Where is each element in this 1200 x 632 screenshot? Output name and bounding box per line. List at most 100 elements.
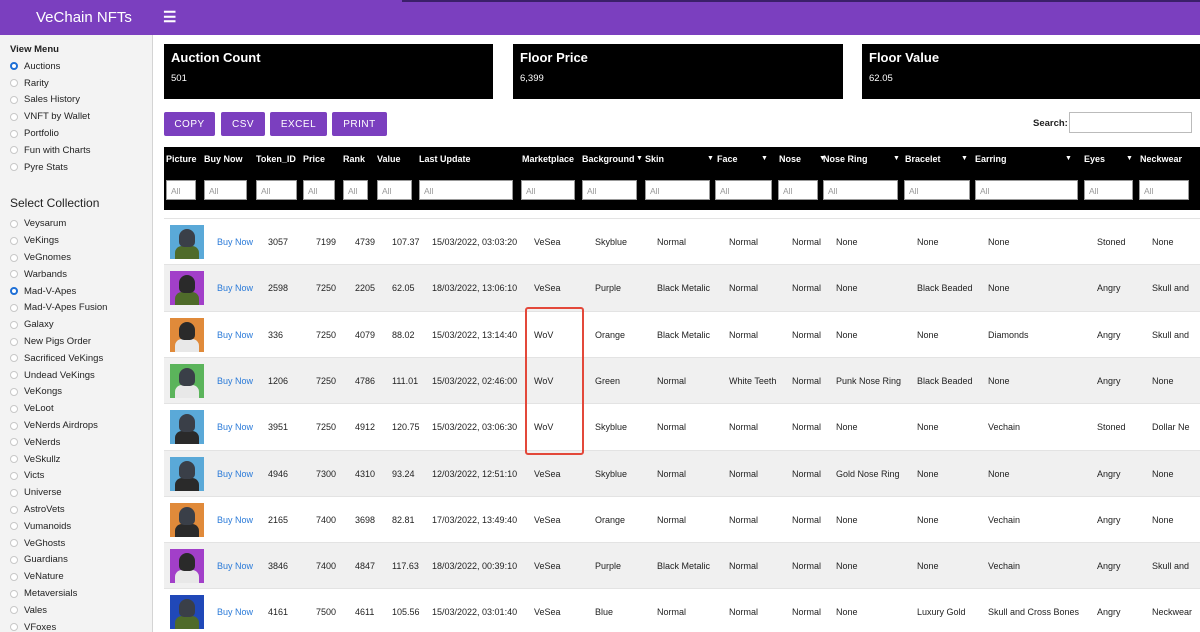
radio-button[interactable] [10, 253, 18, 262]
radio-button[interactable] [10, 219, 18, 228]
radio-button[interactable] [10, 404, 18, 413]
view-menu-item[interactable]: Portfolio [0, 125, 152, 142]
column-filter-input[interactable]: All [521, 180, 575, 200]
column-header[interactable]: Picture [166, 154, 200, 164]
sort-icon[interactable]: ▼ [707, 155, 714, 162]
buy-now-link[interactable]: Buy Now [217, 265, 253, 311]
column-filter-input[interactable]: All [166, 180, 196, 200]
column-filter-input[interactable]: All [582, 180, 637, 200]
collection-item[interactable]: Universe [0, 484, 152, 501]
excel-button[interactable]: EXCEL [270, 112, 327, 136]
nft-thumbnail[interactable] [170, 502, 204, 537]
column-filter-input[interactable]: All [343, 180, 368, 200]
buy-now-link[interactable]: Buy Now [217, 219, 253, 265]
collection-item[interactable]: VeGnomes [0, 249, 152, 266]
collection-item[interactable]: VeNerds [0, 434, 152, 451]
radio-button[interactable] [10, 129, 18, 138]
column-header[interactable]: Background [582, 154, 642, 164]
column-filter-input[interactable]: All [715, 180, 772, 200]
nft-thumbnail[interactable] [170, 317, 204, 352]
collection-item[interactable]: VeSkullz [0, 451, 152, 468]
collection-item[interactable]: Undead VeKings [0, 367, 152, 384]
radio-button[interactable] [10, 270, 18, 279]
radio-button[interactable] [10, 95, 18, 104]
collection-item[interactable]: Victs [0, 468, 152, 485]
buy-now-link[interactable]: Buy Now [217, 312, 253, 358]
collection-item[interactable]: VFoxes [0, 619, 152, 632]
print-button[interactable]: PRINT [332, 112, 387, 136]
buy-now-link[interactable]: Buy Now [217, 451, 253, 497]
column-header[interactable]: Value [377, 154, 417, 164]
collection-item[interactable]: VeKongs [0, 384, 152, 401]
radio-button[interactable] [10, 320, 18, 329]
column-filter-input[interactable]: All [1084, 180, 1133, 200]
collection-item[interactable]: Mad-V-Apes Fusion [0, 300, 152, 317]
sort-icon[interactable]: ▼ [961, 155, 968, 162]
column-header[interactable]: Earring [975, 154, 1075, 164]
column-header[interactable]: Price [303, 154, 341, 164]
nft-thumbnail[interactable] [170, 456, 204, 491]
nft-thumbnail[interactable] [170, 271, 204, 306]
column-filter-input[interactable]: All [419, 180, 513, 200]
nft-thumbnail[interactable] [170, 410, 204, 445]
sort-icon[interactable]: ▼ [1065, 155, 1072, 162]
column-filter-input[interactable]: All [823, 180, 898, 200]
collection-item[interactable]: Sacrificed VeKings [0, 350, 152, 367]
buy-now-link[interactable]: Buy Now [217, 543, 253, 589]
column-header[interactable]: Buy Now [204, 154, 254, 164]
column-filter-input[interactable]: All [645, 180, 710, 200]
view-menu-item[interactable]: Sales History [0, 92, 152, 109]
buy-now-link[interactable]: Buy Now [217, 589, 253, 632]
collection-item[interactable]: VeNature [0, 568, 152, 585]
nft-thumbnail[interactable] [170, 595, 204, 630]
buy-now-link[interactable]: Buy Now [217, 404, 253, 450]
view-menu-item[interactable]: Pyre Stats [0, 159, 152, 176]
radio-button[interactable] [10, 522, 18, 531]
collection-item[interactable]: Galaxy [0, 316, 152, 333]
radio-button[interactable] [10, 303, 18, 312]
sort-icon[interactable]: ▼ [1126, 155, 1133, 162]
nft-thumbnail[interactable] [170, 549, 204, 584]
collection-item[interactable]: Mad-V-Apes [0, 283, 152, 300]
column-filter-input[interactable]: All [377, 180, 412, 200]
nft-thumbnail[interactable] [170, 225, 204, 259]
column-filter-input[interactable]: All [1139, 180, 1189, 200]
collection-item[interactable]: Veysarum [0, 216, 152, 233]
radio-button[interactable] [10, 387, 18, 396]
radio-button[interactable] [10, 146, 18, 155]
radio-button[interactable] [10, 623, 18, 632]
view-menu-item[interactable]: VNFT by Wallet [0, 108, 152, 125]
radio-button[interactable] [10, 236, 18, 245]
column-header[interactable]: Neckwear [1140, 154, 1200, 164]
column-filter-input[interactable]: All [904, 180, 970, 200]
radio-button[interactable] [10, 471, 18, 480]
collection-item[interactable]: Vales [0, 602, 152, 619]
csv-button[interactable]: CSV [221, 112, 265, 136]
radio-button[interactable] [10, 589, 18, 598]
collection-item[interactable]: VeKings [0, 232, 152, 249]
sort-icon[interactable]: ▼ [636, 155, 643, 162]
collection-item[interactable]: AstroVets [0, 501, 152, 518]
radio-button[interactable] [10, 572, 18, 581]
radio-button[interactable] [10, 505, 18, 514]
search-input[interactable] [1069, 112, 1192, 133]
column-header[interactable]: Nose Ring [823, 154, 903, 164]
radio-button[interactable] [10, 79, 18, 88]
collection-item[interactable]: Guardians [0, 552, 152, 569]
radio-button[interactable] [10, 371, 18, 380]
collection-item[interactable]: VeGhosts [0, 535, 152, 552]
view-menu-item[interactable]: Fun with Charts [0, 142, 152, 159]
radio-button[interactable] [10, 555, 18, 564]
hamburger-menu-icon[interactable]: ☰ [163, 8, 176, 26]
column-header[interactable]: Marketplace [522, 154, 578, 164]
view-menu-item[interactable]: Rarity [0, 75, 152, 92]
radio-button[interactable] [10, 163, 18, 172]
buy-now-link[interactable]: Buy Now [217, 358, 253, 404]
column-filter-input[interactable]: All [303, 180, 335, 200]
column-filter-input[interactable]: All [204, 180, 247, 200]
sort-icon[interactable]: ▼ [761, 155, 768, 162]
radio-button[interactable] [10, 539, 18, 548]
radio-button[interactable] [10, 606, 18, 615]
nft-thumbnail[interactable] [170, 363, 204, 398]
radio-button[interactable] [10, 488, 18, 497]
